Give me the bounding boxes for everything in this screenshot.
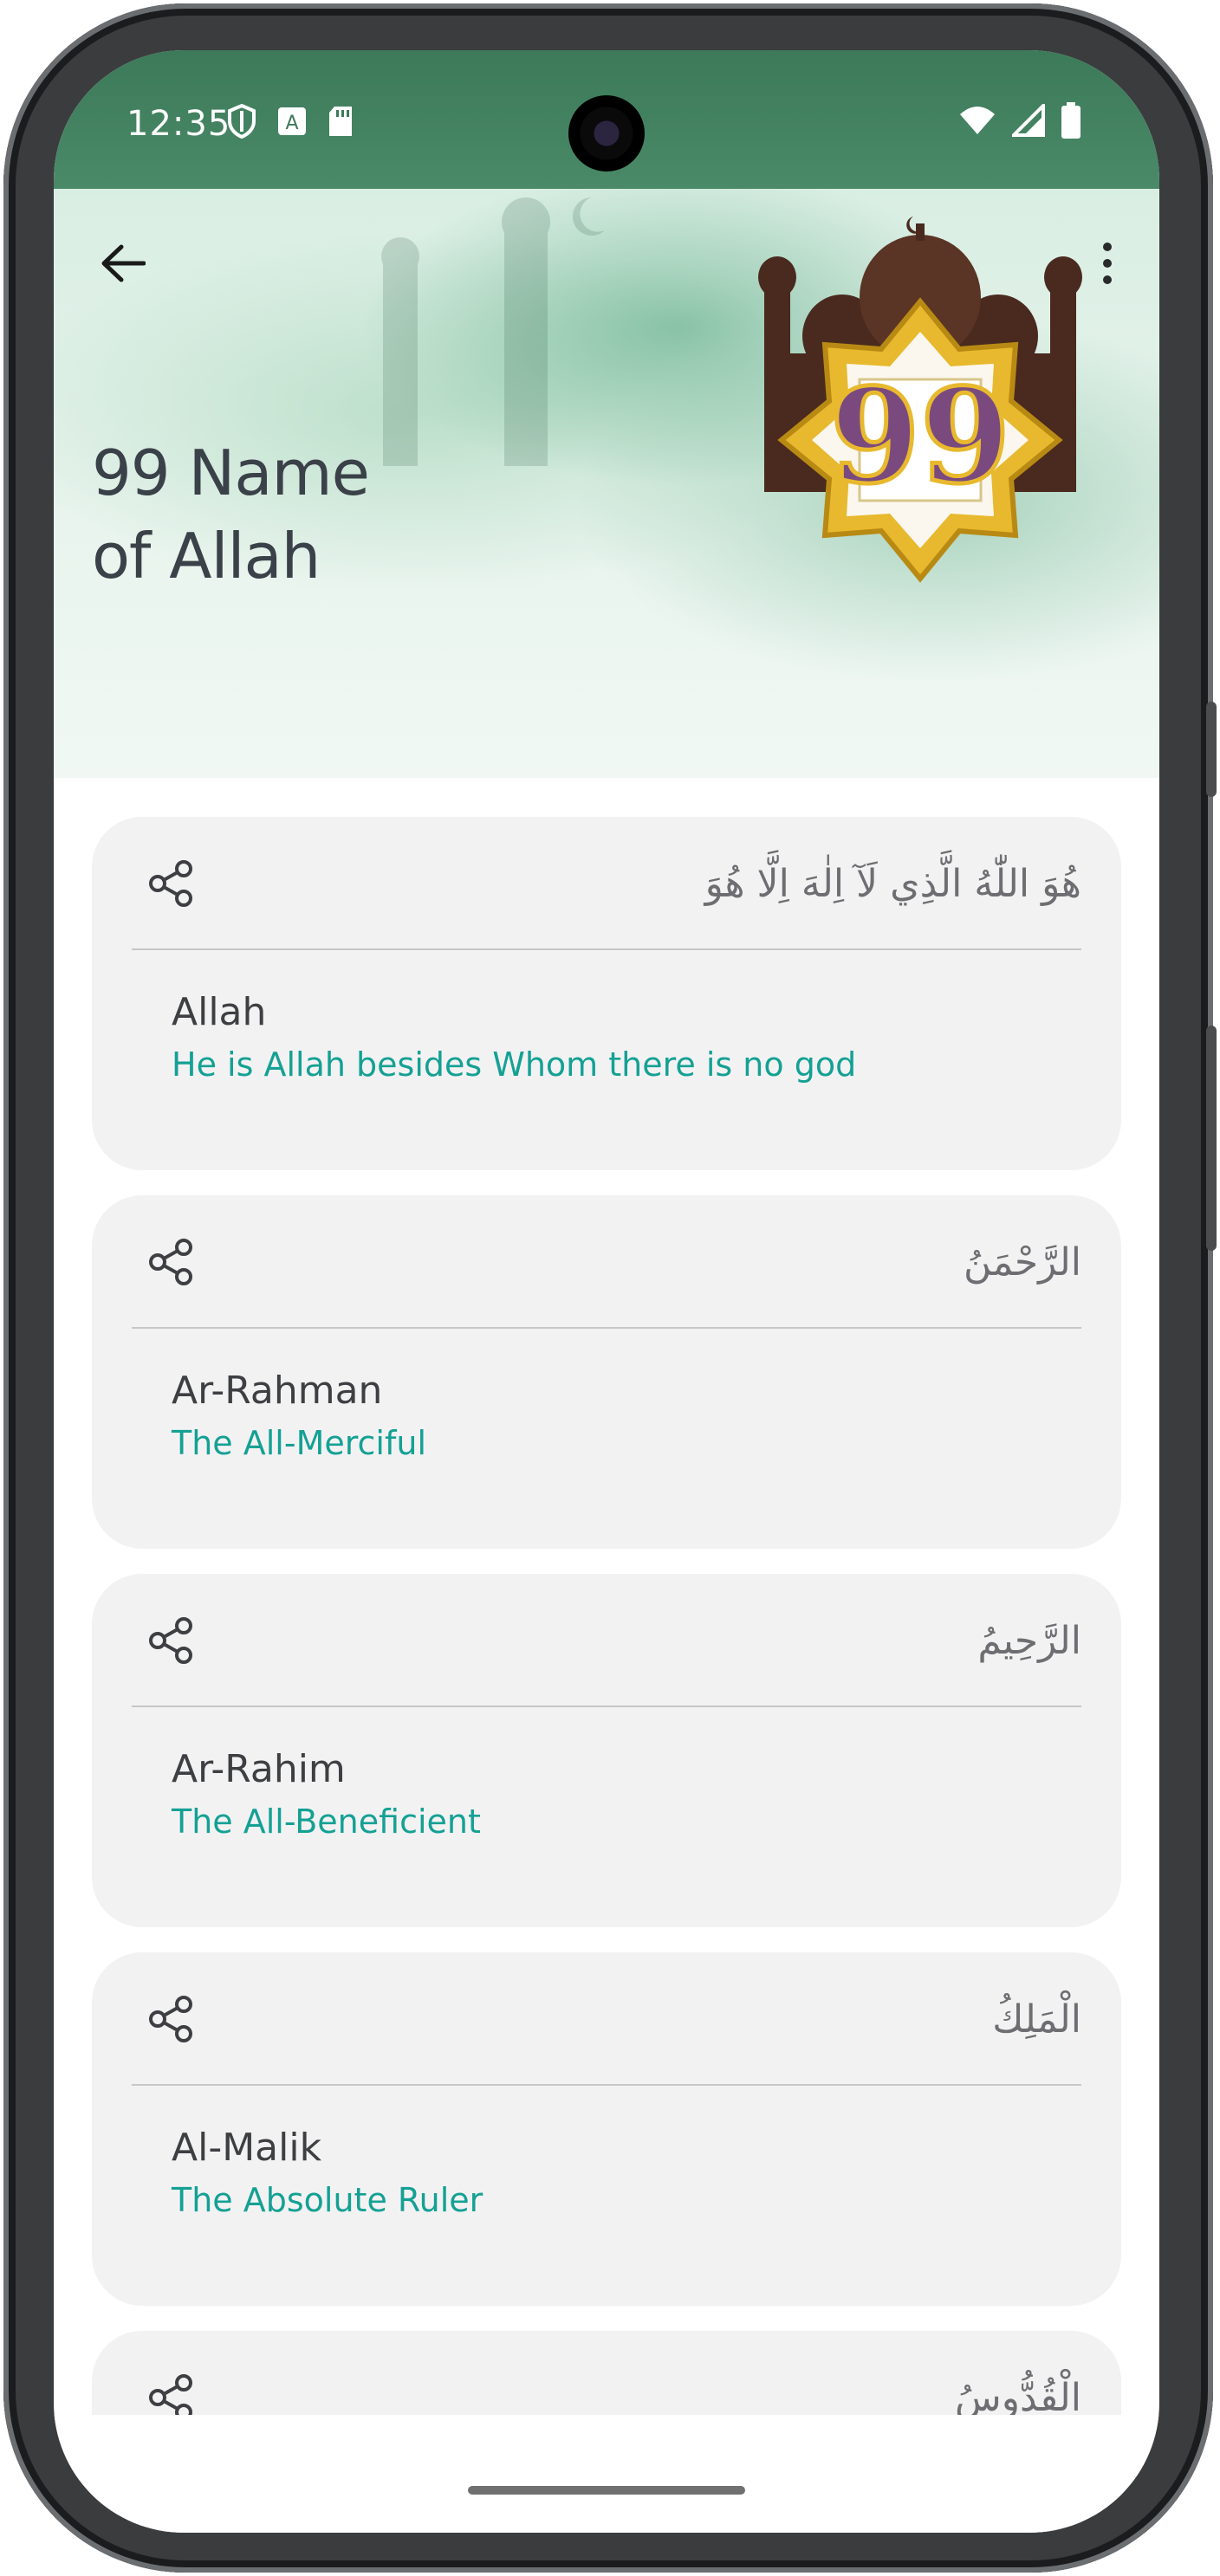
transliteration: Allah <box>172 990 267 1034</box>
translate-icon: A <box>277 107 307 139</box>
card-header: الْقُدُّوسُ <box>132 2331 1081 2415</box>
name-card[interactable]: الرَّحِيمُ Ar-Rahim The All-Beneficient <box>92 1574 1121 1927</box>
status-left-icons: A <box>227 103 354 142</box>
screen: 12:35 A 99 Name of Allah 99 هُوَ اللّٰهُ… <box>54 50 1159 2533</box>
sd-card-icon <box>328 106 354 140</box>
share-icon[interactable] <box>147 860 194 907</box>
meaning: He is Allah besides Whom there is no god <box>172 1045 857 1084</box>
shield-icon <box>227 103 256 142</box>
header-banner: 99 Name of Allah 99 <box>54 189 1159 778</box>
names-list[interactable]: هُوَ اللّٰهُ الَّذِي لَآ اِلٰهَ اِلَّا ه… <box>92 817 1121 2415</box>
meaning: The All-Beneficient <box>172 1803 481 1841</box>
svg-text:A: A <box>285 113 298 134</box>
share-icon[interactable] <box>147 1996 194 2042</box>
name-card[interactable]: الْقُدُّوسُ <box>92 2331 1121 2415</box>
card-header: هُوَ اللّٰهُ الَّذِي لَآ اِلٰهَ اِلَّا ه… <box>132 817 1081 950</box>
meaning: The Absolute Ruler <box>172 2181 483 2219</box>
arabic-name: الْمَلِكُ <box>992 1997 1081 2042</box>
arabic-name: الْقُدُّوسُ <box>955 2376 1081 2415</box>
status-time: 12:35 <box>127 104 231 144</box>
transliteration: Al-Malik <box>172 2126 322 2170</box>
arabic-name: هُوَ اللّٰهُ الَّذِي لَآ اِلٰهَ اِلَّا ه… <box>704 862 1081 906</box>
back-button[interactable] <box>95 236 151 291</box>
name-card[interactable]: هُوَ اللّٰهُ الَّذِي لَآ اِلٰهَ اِلَّا ه… <box>92 817 1121 1170</box>
share-icon[interactable] <box>147 1239 194 1285</box>
page-title: 99 Name of Allah <box>92 437 370 592</box>
arabic-name: الرَّحِيمُ <box>977 1619 1081 1663</box>
svg-text:99: 99 <box>830 360 1011 513</box>
card-header: الرَّحِيمُ <box>132 1574 1081 1707</box>
name-card[interactable]: الْمَلِكُ Al-Malik The Absolute Ruler <box>92 1952 1121 2306</box>
front-camera <box>568 95 645 172</box>
share-icon[interactable] <box>147 1617 194 1664</box>
transliteration: Ar-Rahman <box>172 1369 383 1413</box>
status-right-icons <box>958 101 1081 142</box>
signal-icon <box>1009 101 1045 140</box>
volume-button <box>1206 702 1217 797</box>
share-icon[interactable] <box>147 2374 194 2415</box>
card-header: الرَّحْمَنُ <box>132 1195 1081 1329</box>
transliteration: Ar-Rahim <box>172 1747 346 1791</box>
name-card[interactable]: الرَّحْمَنُ Ar-Rahman The All-Merciful <box>92 1195 1121 1549</box>
arabic-name: الرَّحْمَنُ <box>963 1240 1081 1285</box>
home-indicator[interactable] <box>468 2486 745 2495</box>
99-names-emblem-icon: 99 <box>758 217 1082 583</box>
wifi-icon <box>958 106 996 139</box>
arrow-back-icon <box>101 244 146 282</box>
gesture-nav-area <box>54 2415 1159 2533</box>
battery-icon <box>1061 102 1081 142</box>
status-bar: 12:35 A <box>54 50 1159 189</box>
meaning: The All-Merciful <box>172 1424 426 1462</box>
mosque-silhouette-icon <box>381 197 605 466</box>
card-header: الْمَلِكُ <box>132 1952 1081 2086</box>
power-button <box>1206 1026 1217 1251</box>
